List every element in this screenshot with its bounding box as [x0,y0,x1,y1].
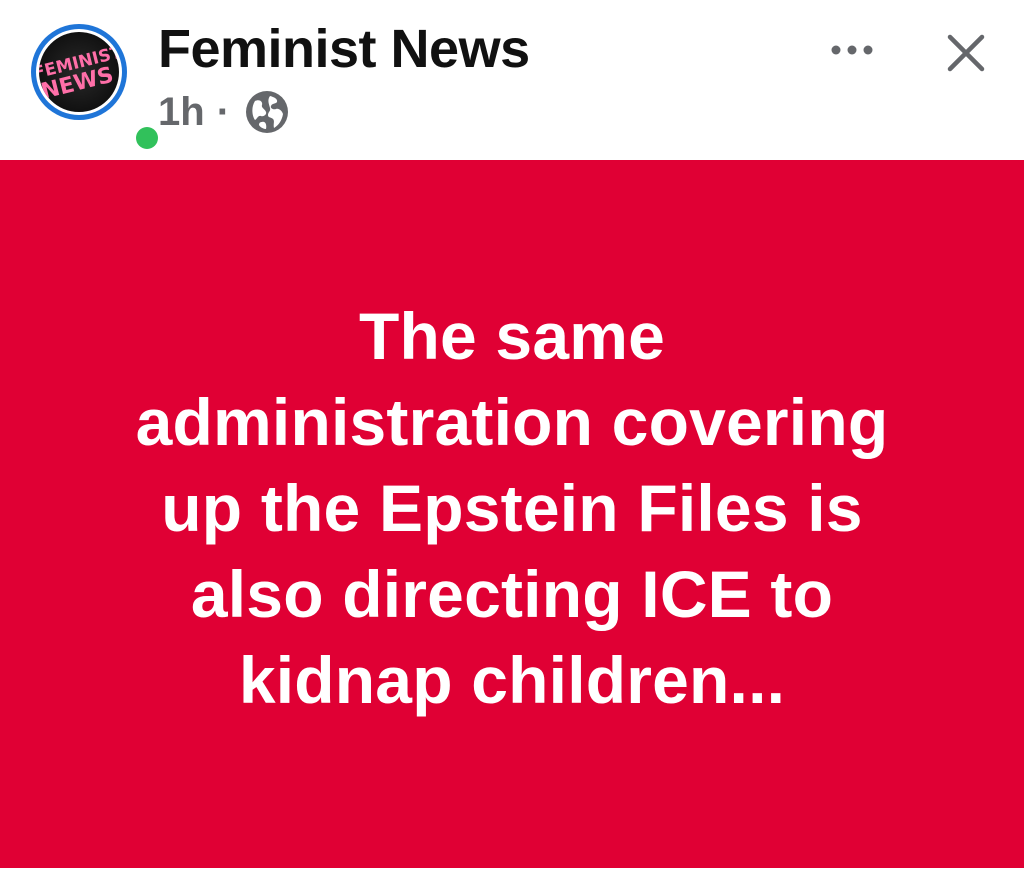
globe-icon[interactable] [244,89,290,135]
meta-separator: · [216,89,231,134]
page-name[interactable]: Feminist News [158,18,530,80]
page-avatar[interactable]: FEMINIST NEWS [31,24,162,153]
close-icon [947,34,985,72]
post-line: kidnap children... [238,642,786,717]
post-line: up the Epstein Files is [161,470,863,545]
post-line: The same [358,298,666,373]
more-options-icon [831,45,873,55]
post-line: administration covering [135,384,889,459]
post-meta: 1h · [158,88,290,136]
avatar-ring: FEMINIST NEWS [31,24,127,120]
post-text-card[interactable]: The same administration covering up the … [0,160,1024,868]
post-body-text: The same administration covering up the … [62,293,962,723]
feminist-news-logo-icon: FEMINIST NEWS [39,42,119,104]
post-timestamp[interactable]: 1h [158,90,205,135]
more-options-button[interactable] [822,30,882,70]
avatar-logo: FEMINIST NEWS [39,32,119,112]
post-header: FEMINIST NEWS Feminist News 1h · [0,0,1024,160]
close-button[interactable] [938,25,994,81]
post-line: also directing ICE to [190,556,834,631]
bottom-divider [0,868,1024,890]
